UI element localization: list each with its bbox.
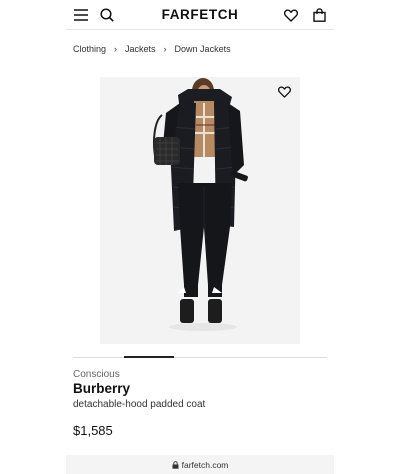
product-photo	[100, 77, 300, 344]
lock-icon	[172, 460, 179, 469]
browser-url: farfetch.com	[181, 459, 229, 470]
header-divider	[66, 29, 334, 30]
breadcrumb-jackets[interactable]: Jackets	[125, 44, 156, 54]
image-pagination-indicator[interactable]	[124, 356, 174, 358]
add-to-wishlist-button[interactable]	[276, 84, 292, 100]
product-price: $1,585	[73, 423, 113, 438]
chevron-right-icon: ›	[163, 44, 167, 54]
product-brand[interactable]: Burberry	[73, 381, 130, 396]
heart-icon	[277, 86, 291, 98]
breadcrumb-clothing[interactable]: Clothing	[73, 44, 106, 54]
breadcrumb: Clothing › Jackets › Down Jackets	[73, 44, 231, 54]
conscious-tag: Conscious	[73, 369, 120, 380]
chevron-right-icon: ›	[114, 44, 118, 54]
wishlist-button[interactable]	[282, 6, 300, 24]
shopping-bag-button[interactable]	[310, 6, 328, 24]
product-name: detachable-hood padded coat	[73, 399, 206, 410]
heart-icon	[284, 9, 298, 22]
screen: FARFETCH Clothing › Jackets › Down Jacke…	[66, 0, 334, 474]
product-image[interactable]	[100, 77, 300, 344]
image-pagination-track	[73, 357, 327, 358]
shopping-bag-icon	[312, 8, 326, 22]
breadcrumb-down-jackets[interactable]: Down Jackets	[175, 44, 231, 54]
browser-url-bar[interactable]: farfetch.com	[66, 455, 334, 474]
top-nav: FARFETCH	[66, 0, 334, 30]
